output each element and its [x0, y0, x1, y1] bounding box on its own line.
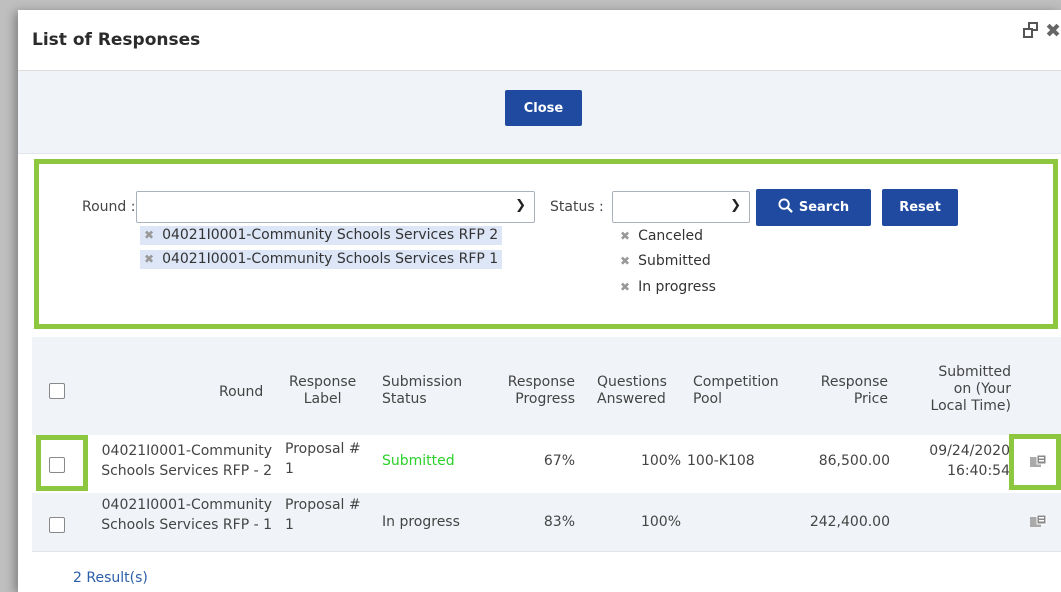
- remove-option-icon[interactable]: ✖: [620, 280, 630, 294]
- results-count: 2 Result(s): [73, 570, 148, 586]
- competition-pool-cell: 100-K108: [687, 453, 755, 469]
- col-response-progress[interactable]: Response Progress: [493, 374, 575, 408]
- status-option[interactable]: ✖ In progress: [620, 279, 716, 295]
- restore-window-icon[interactable]: [1023, 22, 1041, 40]
- dialog-title: List of Responses: [32, 30, 201, 50]
- round-cell: 04021I0001-Community Schools Services RFP…: [101, 497, 272, 533]
- open-response-icon[interactable]: [1029, 514, 1047, 529]
- submission-status-cell: Submitted: [382, 453, 455, 469]
- table-row[interactable]: 04021I0001-Community Schools Services RFP…: [32, 493, 1061, 551]
- response-progress-cell: 83%: [543, 514, 575, 530]
- submission-status-cell: In progress: [382, 514, 460, 530]
- remove-option-icon[interactable]: ✖: [620, 229, 630, 243]
- col-response-price[interactable]: Response Price: [800, 374, 888, 408]
- search-button[interactable]: Search: [756, 189, 871, 226]
- close-button[interactable]: Close: [505, 90, 582, 126]
- chevron-down-icon: ❯: [730, 198, 741, 213]
- col-submitted-on[interactable]: Submitted on (Your Local Time): [913, 364, 1011, 415]
- round-label: Round :: [82, 199, 136, 215]
- remove-tag-icon[interactable]: ✖: [144, 252, 154, 266]
- filter-panel: Round : ❯ ✖ 04021I0001-Community Schools …: [34, 159, 1058, 329]
- response-label-cell: Proposal #1: [285, 497, 361, 533]
- close-window-icon[interactable]: ✖: [1045, 20, 1061, 42]
- highlight-row-checkbox: [36, 435, 88, 491]
- dialog-title-bar: List of Responses ✖: [18, 10, 1061, 71]
- select-all-checkbox[interactable]: [49, 383, 65, 399]
- response-label-cell: Proposal #1: [285, 441, 361, 477]
- row-checkbox[interactable]: [49, 517, 65, 533]
- status-select[interactable]: ❯: [612, 191, 750, 223]
- table-row[interactable]: 04021I0001-Community Schools Services RFP…: [32, 435, 1061, 493]
- round-tag[interactable]: ✖ 04021I0001-Community Schools Services R…: [140, 250, 503, 269]
- list-of-responses-dialog: List of Responses ✖ Close Round : ❯ ✖ 040…: [18, 10, 1061, 592]
- col-submission-status[interactable]: Submission Status: [382, 374, 462, 408]
- col-competition-pool[interactable]: Competition Pool: [693, 374, 779, 408]
- round-select[interactable]: ❯: [136, 191, 535, 223]
- questions-answered-cell: 100%: [640, 514, 681, 530]
- table-footer: 2 Result(s): [32, 551, 1061, 592]
- remove-tag-icon[interactable]: ✖: [144, 228, 154, 242]
- col-response-label[interactable]: Response Label: [289, 374, 356, 408]
- status-label: Status :: [550, 199, 604, 215]
- dialog-button-bar: Close: [18, 71, 1061, 154]
- table-header: Round Response Label Submission Status Res…: [32, 337, 1061, 435]
- round-tag[interactable]: ✖ 04021I0001-Community Schools Services R…: [140, 226, 503, 245]
- submitted-on-cell: 09/24/2020 16:40:54: [929, 443, 1010, 479]
- response-price-cell: 242,400.00: [809, 514, 890, 530]
- highlight-open-response-icon: [1009, 434, 1061, 490]
- response-price-cell: 86,500.00: [818, 453, 890, 469]
- round-cell: 04021I0001-Community Schools Services RFP…: [101, 443, 272, 479]
- status-option[interactable]: ✖ Submitted: [620, 253, 711, 269]
- search-icon: [778, 198, 793, 217]
- remove-option-icon[interactable]: ✖: [620, 254, 630, 268]
- col-questions-answered[interactable]: Questions Answered: [597, 374, 667, 408]
- col-round[interactable]: Round: [219, 384, 263, 401]
- status-option[interactable]: ✖ Canceled: [620, 228, 703, 244]
- questions-answered-cell: 100%: [640, 453, 681, 469]
- chevron-down-icon: ❯: [515, 198, 526, 213]
- response-progress-cell: 67%: [543, 453, 575, 469]
- responses-table: Round Response Label Submission Status Res…: [32, 337, 1061, 592]
- reset-button[interactable]: Reset: [882, 189, 958, 226]
